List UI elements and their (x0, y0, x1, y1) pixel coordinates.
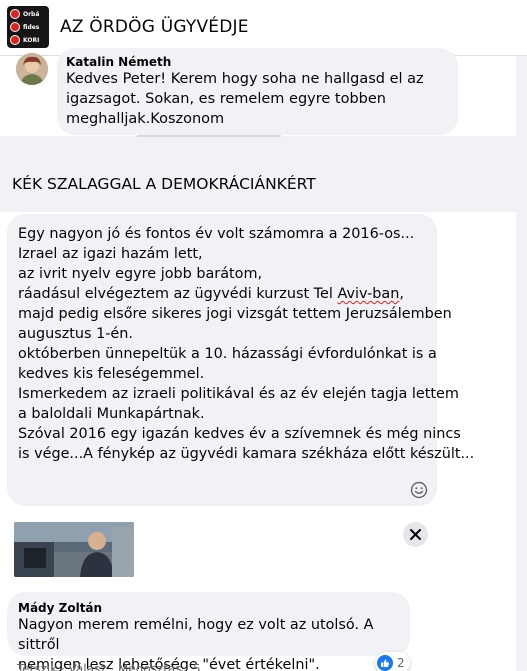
post-line: Izrael az igazi hazám lett, (18, 246, 203, 262)
post-line-part: ráadásul elvégeztem az ügyvédi kurzust T… (18, 286, 338, 302)
like-icon (377, 655, 393, 671)
red-dot-icon (10, 35, 20, 45)
close-button[interactable] (403, 522, 428, 547)
post-card: Egy nagyon jó és fontos év volt számomra… (0, 212, 516, 671)
comment-text: Kedves Peter! Kerem hogy soha ne hallgas… (66, 69, 424, 129)
post-line: Szóval 2016 egy igazán kedves év a szíve… (18, 426, 461, 442)
post-line: ráadásul elvégeztem az ügyvédi kurzust T… (18, 286, 404, 302)
scrollbar[interactable] (516, 56, 527, 671)
reaction-summary[interactable]: 2 (375, 652, 410, 671)
comment-author[interactable]: Katalin Németh (66, 55, 171, 69)
group-thumbnail[interactable]: Orbá fides KORI (7, 6, 49, 48)
comment-line: Kedves Peter! Kerem hogy soha ne hallgas… (66, 71, 424, 87)
thumbnail-text: KORI (23, 36, 40, 44)
reply-author[interactable]: Mády Zoltán (18, 601, 102, 615)
divider (137, 135, 281, 137)
group-title-kek-szalaggal[interactable]: KÉK SZALAGGAL A DEMOKRÁCIÁNKÉRT (12, 175, 316, 193)
group-title[interactable]: AZ ÖRDÖG ÜGYVÉDJE (60, 17, 249, 37)
comment-line: igazsagot. Sokan, es remelem egyre tobbe… (66, 91, 386, 107)
post-line: az ivrit nyelv egyre jobb barátom, (18, 266, 263, 282)
thumbnail-text: Orbá (23, 10, 40, 18)
post-line: kedves kis feleségemmel. (18, 366, 205, 382)
misspelled-word[interactable]: Aviv-ban (337, 286, 399, 302)
comment-card: Katalin Németh Kedves Peter! Kerem hogy … (0, 48, 516, 136)
comment-bubble[interactable]: Katalin Németh Kedves Peter! Kerem hogy … (57, 48, 458, 135)
post-text: Egy nagyon jó és fontos év volt számomra… (18, 224, 475, 464)
red-dot-icon (10, 9, 20, 19)
reply-bubble[interactable]: Mády Zoltán Nagyon merem remélni, hogy e… (7, 592, 410, 671)
post-line: Ismerkedem az izraeli politikával és az … (18, 386, 459, 402)
avatar-photo-icon (16, 53, 48, 85)
photo-image (14, 522, 134, 577)
post-line: is vége...A fénykép az ügyvédi kamara sz… (18, 446, 475, 462)
post-line: augusztus 1-én. (18, 326, 133, 342)
red-dot-icon (10, 22, 20, 32)
post-bubble[interactable]: Egy nagyon jó és fontos év volt számomra… (7, 214, 475, 506)
thumbs-up-icon (381, 659, 390, 667)
comment-line: meghalljak.Koszonom (66, 111, 225, 127)
comment-actions-cutoff[interactable]: Tetszik · Válasz · Megosztás · 5 (17, 662, 201, 671)
attached-photo[interactable] (14, 522, 134, 577)
close-icon (410, 529, 421, 540)
reply-line: Nagyon merem remélni, hogy ez volt az ut… (18, 617, 374, 653)
avatar[interactable] (16, 53, 48, 85)
thumbnail-text: fides (23, 23, 40, 31)
post-line: a baloldali Munkapártnak. (18, 406, 205, 422)
smiley-icon[interactable] (410, 481, 428, 499)
reaction-count: 2 (397, 656, 405, 670)
post-line: majd pedig elsőre sikeres jogi vizsgát t… (18, 306, 452, 322)
post-line: Egy nagyon jó és fontos év volt számomra… (18, 226, 415, 242)
post-line: októberben ünnepeltük a 10. házassági év… (18, 346, 437, 362)
